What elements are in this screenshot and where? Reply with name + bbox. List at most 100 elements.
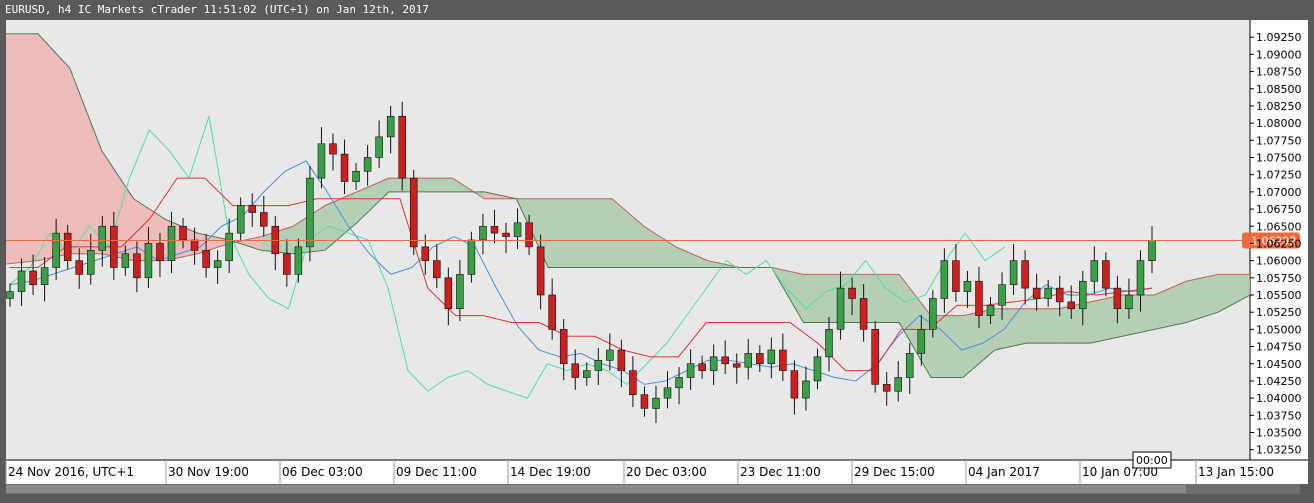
y-tick-label: 1.03750 xyxy=(1256,409,1302,422)
candle-body xyxy=(260,212,268,227)
candle-body xyxy=(86,250,95,275)
candle-body xyxy=(744,353,753,368)
candle-body xyxy=(1148,240,1156,261)
candle-body xyxy=(859,298,868,330)
candle-body xyxy=(882,384,891,392)
candle-body xyxy=(409,177,418,248)
candle xyxy=(409,169,418,256)
candle-body xyxy=(329,143,337,155)
candle-body xyxy=(1021,260,1029,289)
y-tick-label: 1.09250 xyxy=(1256,31,1302,44)
ichimoku-cloud-segment xyxy=(867,274,900,323)
ichimoku-cloud-segment xyxy=(37,33,70,261)
ichimoku-cloud-segment xyxy=(6,33,38,265)
candle-body xyxy=(998,284,1006,306)
candle-body xyxy=(340,153,349,182)
candle-body xyxy=(421,246,430,261)
candle-body xyxy=(548,294,556,330)
candle-body xyxy=(952,260,960,292)
candle-body xyxy=(225,232,233,261)
y-tick-label: 1.06000 xyxy=(1256,255,1302,268)
candle-body xyxy=(144,243,153,279)
candle-body xyxy=(167,225,176,261)
candle-body xyxy=(456,274,464,310)
x-tick-label: 23 Dec 11:00 xyxy=(740,465,821,479)
candlestick-chart[interactable]: 1.062921.092501.090001.087501.085001.082… xyxy=(0,0,1314,503)
candle-body xyxy=(1136,260,1145,296)
candle-body xyxy=(756,353,764,365)
y-tick-label: 1.08250 xyxy=(1256,100,1302,113)
ichimoku-cloud-segment xyxy=(420,178,453,192)
candle-body xyxy=(98,225,107,251)
y-tick-label: 1.04250 xyxy=(1256,375,1302,388)
candle-body xyxy=(813,356,822,382)
x-tick-label: 20 Dec 03:00 xyxy=(626,465,707,479)
candle xyxy=(871,321,879,393)
y-tick-label: 1.06750 xyxy=(1256,203,1302,216)
candle-body xyxy=(709,356,718,371)
candle-body xyxy=(1055,287,1064,303)
y-tick-label: 1.07750 xyxy=(1256,134,1302,147)
candle-body xyxy=(790,370,799,399)
candle-body xyxy=(652,397,660,409)
ichimoku-cloud-segment xyxy=(548,198,581,268)
candle-body xyxy=(1113,287,1122,310)
y-tick-label: 1.05250 xyxy=(1256,306,1302,319)
y-tick-label: 1.09000 xyxy=(1256,48,1302,61)
candle-body xyxy=(675,377,683,389)
scrollbar-thumb[interactable] xyxy=(6,485,1186,493)
y-tick-label: 1.03500 xyxy=(1256,427,1302,440)
y-tick-label: 1.08750 xyxy=(1256,66,1302,79)
candle-body xyxy=(721,356,729,365)
x-tick-label: 24 Nov 2016, UTC+1 xyxy=(8,465,134,479)
candle-body xyxy=(213,260,222,268)
candle-body xyxy=(583,370,591,378)
candle-body xyxy=(248,205,257,213)
y-tick-label: 1.04000 xyxy=(1256,392,1302,405)
candle-body xyxy=(202,250,210,268)
candle-body xyxy=(1090,260,1099,282)
candle-body xyxy=(1125,294,1133,310)
y-tick-label: 1.05750 xyxy=(1256,272,1302,285)
ichimoku-cloud-segment xyxy=(803,274,836,323)
y-tick-label: 1.04750 xyxy=(1256,341,1302,354)
candle-body xyxy=(317,143,326,179)
candle-body xyxy=(63,232,72,261)
candle-body xyxy=(940,260,949,299)
candle-body xyxy=(629,370,637,395)
candle-body xyxy=(640,394,649,409)
candle-body xyxy=(1102,260,1110,289)
candle-body xyxy=(490,225,499,234)
y-tick-label: 1.05000 xyxy=(1256,323,1302,336)
candle-body xyxy=(190,239,199,251)
candle-body xyxy=(40,267,49,285)
y-tick-label: 1.07000 xyxy=(1256,186,1302,199)
y-tick-label: 1.07250 xyxy=(1256,169,1302,182)
candle-body xyxy=(525,222,533,248)
x-tick-label: 04 Jan 2017 xyxy=(968,465,1040,479)
candle-body xyxy=(905,353,914,378)
candle-body xyxy=(767,349,776,365)
ichimoku-cloud-segment xyxy=(580,198,613,268)
y-tick-label: 1.06250 xyxy=(1256,237,1302,250)
y-tick-label: 1.07500 xyxy=(1256,152,1302,165)
y-tick-label: 1.08000 xyxy=(1256,117,1302,130)
x-tick-label: 30 Nov 19:00 xyxy=(168,465,249,479)
candle-body xyxy=(986,305,995,316)
candle-body xyxy=(352,170,360,182)
candle-body xyxy=(686,363,695,378)
candle-body xyxy=(1044,287,1052,299)
candle xyxy=(306,165,314,262)
candle-body xyxy=(236,205,245,234)
candle-body xyxy=(1067,301,1076,310)
candle-body xyxy=(283,253,291,275)
x-tick-label: 29 Dec 15:00 xyxy=(854,465,935,479)
candle-body xyxy=(433,260,441,279)
candle-body xyxy=(179,225,187,241)
chart-window: EURUSD, h4 IC Markets cTrader 11:51:02 (… xyxy=(0,0,1314,503)
y-tick-label: 1.08500 xyxy=(1256,83,1302,96)
candle-body xyxy=(975,280,983,316)
y-tick-label: 1.05500 xyxy=(1256,289,1302,302)
candle-body xyxy=(732,363,741,368)
candle-body xyxy=(513,222,522,237)
